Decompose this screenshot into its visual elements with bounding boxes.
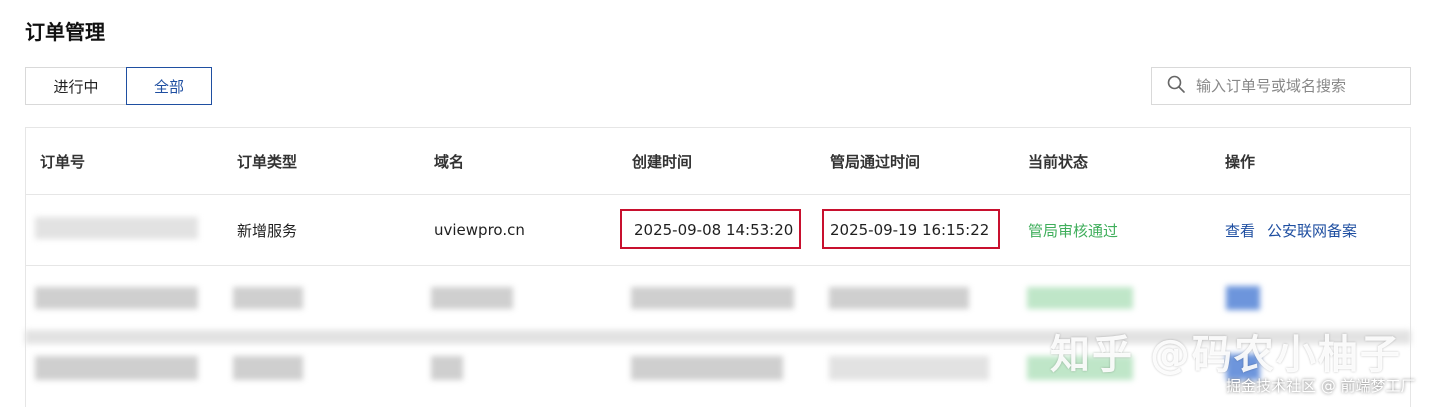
order-type-cell: 新增服务 bbox=[237, 221, 298, 240]
created-at-highlight bbox=[620, 209, 801, 249]
redacted-row-cell bbox=[1027, 287, 1133, 309]
redacted-row-cell bbox=[431, 356, 463, 380]
tab-bar: 进行中 全部 bbox=[25, 67, 212, 105]
status-cell: 管局审核通过 bbox=[1028, 221, 1119, 240]
column-header-status: 当前状态 bbox=[1028, 152, 1089, 171]
search-input[interactable] bbox=[1196, 77, 1396, 95]
page-title: 订单管理 bbox=[25, 20, 105, 44]
redacted-row-cell bbox=[35, 356, 198, 380]
approved-at-highlight bbox=[822, 209, 1000, 249]
view-link[interactable]: 查看 bbox=[1225, 220, 1255, 241]
search-icon bbox=[1166, 74, 1186, 98]
redacted-row-cell bbox=[35, 287, 198, 309]
police-filing-link[interactable]: 公安联网备案 bbox=[1267, 220, 1357, 241]
domain-cell: uviewpro.cn bbox=[434, 221, 525, 239]
column-header-approved-at: 管局通过时间 bbox=[830, 152, 921, 171]
watermark-credit: 掘金技术社区 @ 前端梦工厂 bbox=[1226, 377, 1416, 395]
redacted-row-cell bbox=[431, 287, 513, 309]
redacted-row-cell bbox=[1226, 286, 1260, 310]
tab-all[interactable]: 全部 bbox=[126, 67, 212, 105]
redacted-order-number bbox=[35, 217, 198, 239]
redacted-row-cell bbox=[233, 356, 303, 380]
redacted-row-cell bbox=[631, 356, 783, 380]
column-header-order-type: 订单类型 bbox=[237, 152, 298, 171]
table-header: 订单号 订单类型 域名 创建时间 管局通过时间 当前状态 操作 bbox=[26, 128, 1410, 195]
search-box[interactable] bbox=[1151, 67, 1411, 105]
column-header-created-at: 创建时间 bbox=[632, 152, 693, 171]
column-header-order-no: 订单号 bbox=[40, 152, 86, 171]
column-header-domain: 域名 bbox=[434, 152, 465, 171]
redacted-row-cell bbox=[233, 287, 303, 309]
actions-cell: 查看 公安联网备案 bbox=[1225, 195, 1369, 265]
watermark-text: 知乎 @码农小柚子 bbox=[1050, 332, 1402, 378]
redacted-row-cell bbox=[829, 356, 989, 380]
column-header-actions: 操作 bbox=[1225, 152, 1256, 171]
redacted-row-cell bbox=[829, 287, 969, 309]
tab-in-progress[interactable]: 进行中 bbox=[25, 67, 126, 105]
redacted-row-cell bbox=[631, 287, 794, 309]
